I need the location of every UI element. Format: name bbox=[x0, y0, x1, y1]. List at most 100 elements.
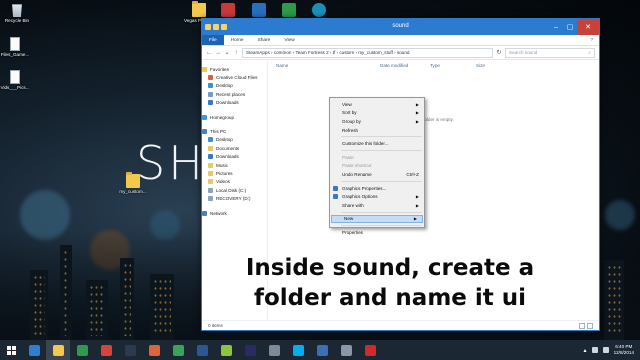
taskbar-skype-button[interactable] bbox=[286, 340, 310, 360]
empty-folder-message: This folder is empty. bbox=[413, 117, 454, 122]
tutorial-caption: Inside sound, create a folder and name i… bbox=[245, 255, 535, 311]
nav-local-disk[interactable]: Local Disk (C:) bbox=[202, 186, 267, 194]
forward-icon[interactable]: → bbox=[215, 50, 221, 56]
nav-recovery[interactable]: RECOVERY (D:) bbox=[202, 194, 267, 202]
nav-homegroup[interactable]: Homegroup bbox=[202, 113, 267, 121]
recent-dropdown-icon[interactable]: ⌄ bbox=[224, 49, 230, 56]
menu-item-view[interactable]: View ▶ bbox=[330, 100, 424, 109]
taskbar-record-button[interactable] bbox=[358, 340, 382, 360]
column-name[interactable]: Name bbox=[276, 63, 288, 68]
nav-this-pc[interactable]: This PC bbox=[202, 127, 267, 135]
record-icon bbox=[364, 344, 376, 356]
downloads-icon bbox=[208, 100, 213, 106]
start-button[interactable] bbox=[0, 340, 22, 360]
taskbar-chrome-button[interactable] bbox=[94, 340, 118, 360]
desktop-icon-my-custom[interactable]: my_custom... bbox=[118, 172, 148, 195]
submenu-arrow-icon: ▶ bbox=[415, 194, 419, 200]
nav-pictures[interactable]: Pictures bbox=[202, 169, 267, 177]
taskbar-file-explorer-button[interactable] bbox=[46, 340, 70, 360]
taskbar-steam-button[interactable] bbox=[118, 340, 142, 360]
menu-item-new[interactable]: New ▶ bbox=[331, 214, 423, 224]
column-size[interactable]: Size bbox=[476, 63, 485, 68]
tab-view[interactable]: View bbox=[277, 35, 301, 45]
downloads-icon bbox=[208, 154, 213, 160]
menu-item-graphics-properties[interactable]: Graphics Properties... bbox=[330, 184, 424, 193]
nav-documents[interactable]: Documents bbox=[202, 144, 267, 152]
menu-item-sort-by[interactable]: Sort by ▶ bbox=[330, 109, 424, 118]
volume-icon[interactable] bbox=[602, 347, 609, 353]
address-bar[interactable]: SteamApps › common › Team Fortress 2 › t… bbox=[242, 47, 493, 58]
steam-icon bbox=[124, 344, 136, 356]
nav-network[interactable]: Network bbox=[202, 209, 267, 217]
taskbar-internet-explorer-button[interactable] bbox=[22, 340, 46, 360]
menu-item-refresh[interactable]: Refresh bbox=[330, 126, 424, 135]
help-icon[interactable]: ? bbox=[584, 35, 599, 45]
nav-creative-cloud[interactable]: Creative Cloud Files bbox=[202, 73, 267, 81]
back-icon[interactable]: ← bbox=[206, 50, 212, 56]
clock[interactable]: 6:40 PM 12/8/2014 bbox=[614, 344, 634, 356]
taskbar-store-button[interactable] bbox=[70, 340, 94, 360]
context-menu: View ▶ Sort by ▶ Group by ▶ Refresh Customize t… bbox=[329, 97, 425, 235]
tab-home[interactable]: Home bbox=[224, 35, 251, 45]
nav-desktop[interactable]: Desktop bbox=[202, 82, 267, 90]
taskbar-word-button[interactable] bbox=[190, 340, 214, 360]
taskbar-app-gray-button[interactable] bbox=[262, 340, 286, 360]
submenu-arrow-icon: ▶ bbox=[415, 202, 419, 208]
desktop-icon-recycle-bin[interactable]: Recycle Bin bbox=[2, 3, 32, 24]
star-icon bbox=[202, 66, 207, 72]
camtasia-icon bbox=[282, 3, 296, 17]
drive-icon bbox=[208, 196, 213, 202]
up-icon[interactable]: ↑ bbox=[233, 50, 239, 56]
nav-music[interactable]: Music bbox=[202, 161, 267, 169]
refresh-icon[interactable]: ↻ bbox=[496, 49, 502, 56]
submenu-arrow-icon: ▶ bbox=[415, 118, 419, 124]
computer-icon bbox=[202, 129, 207, 135]
column-type[interactable]: Type bbox=[430, 63, 440, 68]
drive-icon bbox=[208, 187, 213, 193]
logmein-icon bbox=[312, 3, 326, 17]
network-icon bbox=[202, 210, 207, 216]
tab-share[interactable]: Share bbox=[251, 35, 278, 45]
nav-pc-desktop[interactable]: Desktop bbox=[202, 136, 267, 144]
recycle-bin-icon bbox=[12, 4, 22, 17]
menu-item-customize-this-folder[interactable]: Customize this folder... bbox=[330, 139, 424, 148]
file-icon bbox=[10, 70, 20, 84]
taskbar-app-orange-button[interactable] bbox=[142, 340, 166, 360]
creative-cloud-icon bbox=[208, 75, 213, 81]
menu-item-graphics-options[interactable]: Graphics Options ▶ bbox=[330, 192, 424, 201]
taskbar-app-lime-button[interactable] bbox=[214, 340, 238, 360]
taskbar-app-window-button[interactable] bbox=[334, 340, 358, 360]
taskbar-after-effects-button[interactable] bbox=[238, 340, 262, 360]
tray-overflow-icon[interactable]: ▴ bbox=[584, 347, 587, 354]
graphics-icon bbox=[333, 194, 338, 200]
homegroup-icon bbox=[202, 114, 207, 120]
taskbar-app-blue-button[interactable] bbox=[310, 340, 334, 360]
nav-recent-places[interactable]: Recent places bbox=[202, 90, 267, 98]
app-orange-icon bbox=[148, 344, 160, 356]
column-date-modified[interactable]: Date modified bbox=[380, 63, 408, 68]
search-input[interactable]: Search sound ⌕ bbox=[505, 47, 595, 58]
menu-item-share-with[interactable]: Share with ▶ bbox=[330, 201, 424, 210]
recent-places-icon bbox=[208, 91, 213, 97]
menu-item-properties[interactable]: Properties bbox=[330, 228, 424, 237]
nav-favorites[interactable]: Favorites bbox=[202, 65, 267, 73]
nav-downloads[interactable]: Downloads bbox=[202, 99, 267, 107]
large-icons-view-icon[interactable] bbox=[587, 322, 593, 329]
desktop-icon-files-game[interactable]: Files_Game... bbox=[0, 37, 30, 58]
folder-icon bbox=[192, 1, 206, 17]
nav-pc-downloads[interactable]: Downloads bbox=[202, 153, 267, 161]
details-view-icon[interactable] bbox=[579, 322, 585, 329]
network-icon[interactable] bbox=[591, 347, 598, 353]
menu-item-paste: Paste bbox=[342, 154, 354, 160]
documents-icon bbox=[208, 145, 213, 151]
taskbar-app-green-button[interactable] bbox=[166, 340, 190, 360]
nav-videos[interactable]: Videos bbox=[202, 178, 267, 186]
desktop-icon-vids-pics[interactable]: Vids___Pics... bbox=[0, 70, 30, 91]
tab-file[interactable]: File bbox=[202, 35, 224, 45]
menu-item-undo-rename[interactable]: Undo Rename Ctrl+Z bbox=[330, 170, 424, 179]
window-titlebar[interactable]: sound – ▢ ✕ bbox=[202, 19, 599, 35]
music-icon bbox=[208, 162, 213, 168]
windows-logo-icon bbox=[6, 345, 16, 355]
search-icon: ⌕ bbox=[588, 50, 591, 55]
menu-item-group-by[interactable]: Group by ▶ bbox=[330, 117, 424, 126]
